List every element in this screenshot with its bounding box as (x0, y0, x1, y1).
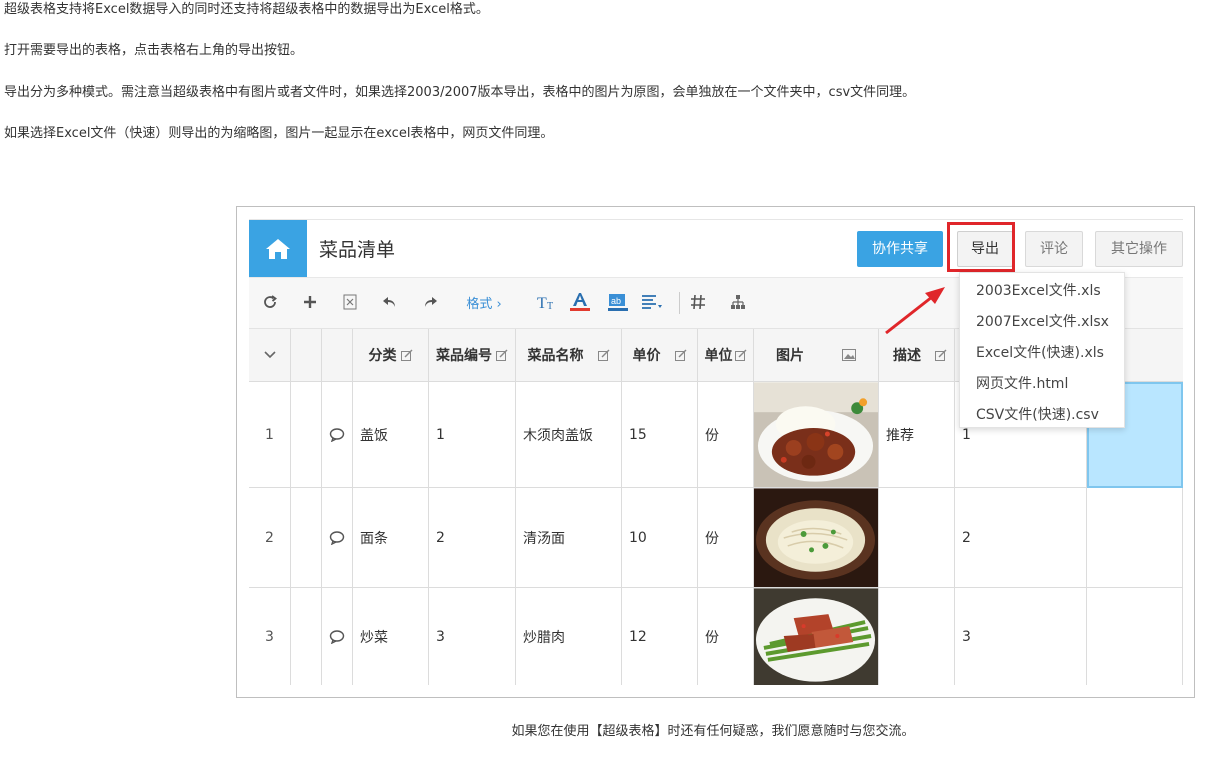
footer-note: 如果您在使用【超级表格】时还有任何疑惑，我们愿意随时与您交流。 (0, 720, 1206, 739)
paragraph-fast-excel: 如果选择Excel文件（快速）则导出的为缩略图，图片一起显示在excel表格中，… (4, 126, 554, 141)
footer-text: 如果您在使用【超级表格】时还有任何疑惑，我们愿意随时与您交流。 (511, 724, 915, 739)
app-window: 菜品清单 协作共享 导出 评论 其它操作 格式 › T T ab 分类 菜品编号… (249, 219, 1183, 685)
paragraph-export-modes: 导出分为多种模式。需注意当超级表格中有图片或者文件时，如果选择2003/2007… (4, 85, 916, 100)
app-screenshot: 菜品清单 协作共享 导出 评论 其它操作 格式 › T T ab 分类 菜品编号… (236, 206, 1195, 698)
arrow-icon (885, 287, 945, 335)
paragraph-intro: 超级表格支持将Excel数据导入的同时还支持将超级表格中的数据导出为Excel格… (4, 2, 489, 17)
paragraph-open-table: 打开需要导出的表格，点击表格右上角的导出按钮。 (4, 43, 304, 58)
